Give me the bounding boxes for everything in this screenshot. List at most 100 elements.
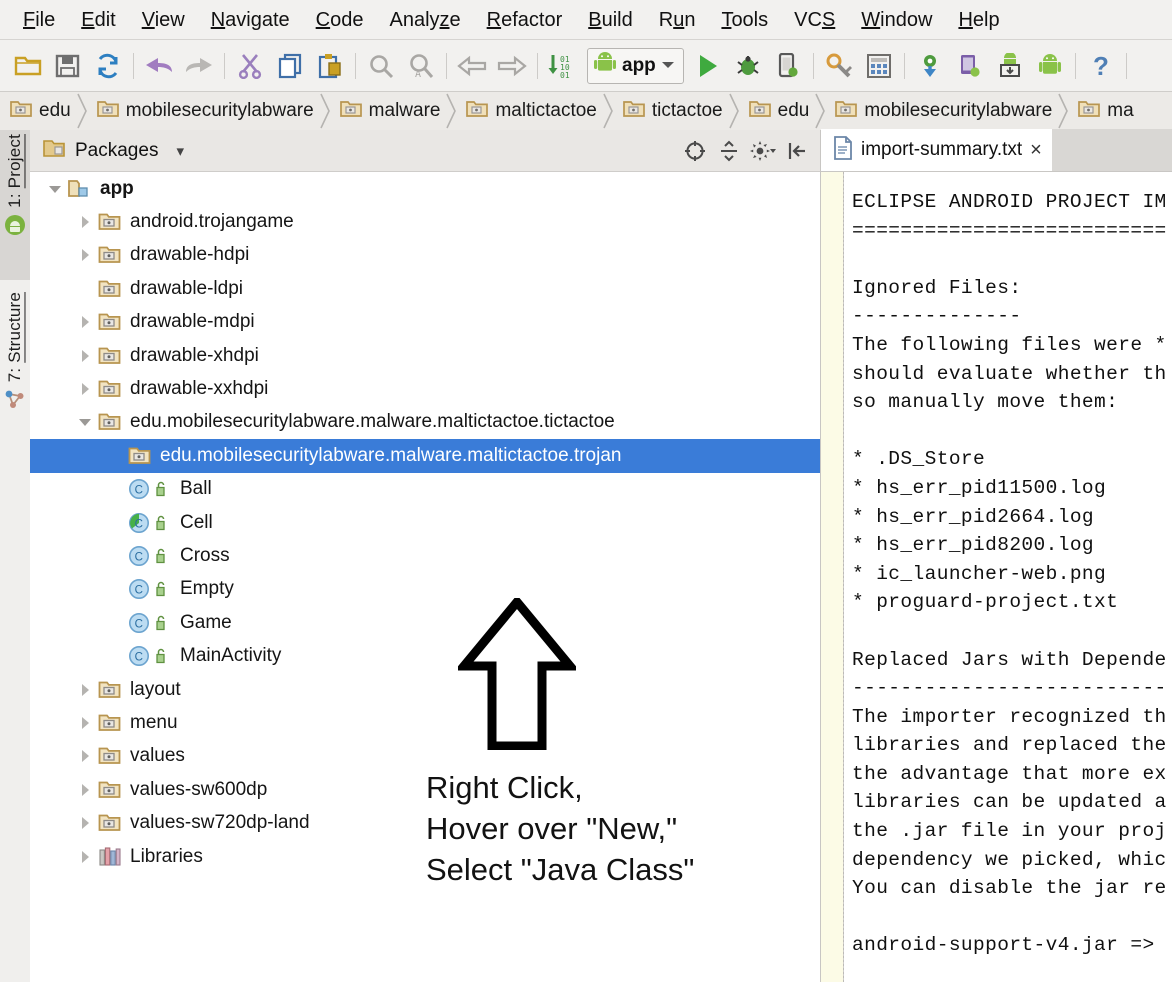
tree-row[interactable]: drawable-ldpi bbox=[30, 272, 820, 305]
tree-row[interactable]: C Cell bbox=[30, 506, 820, 539]
replace-icon[interactable]: A bbox=[401, 46, 441, 86]
tree-expand-arrow-closed-icon[interactable] bbox=[72, 740, 98, 773]
breadcrumb-item[interactable]: mobilesecuritylabware bbox=[825, 92, 1058, 130]
editor-code-area[interactable]: ECLIPSE ANDROID PROJECT IM =============… bbox=[821, 172, 1172, 982]
compile-icon[interactable]: 01 10 01 bbox=[543, 46, 583, 86]
menu-item-run[interactable]: Run bbox=[646, 0, 709, 40]
tree-expand-arrow-open-icon[interactable] bbox=[42, 172, 68, 205]
project-tool-window: Packages ▾ app android.trojangame drawable… bbox=[30, 130, 821, 982]
collapse-all-icon[interactable] bbox=[714, 136, 744, 166]
tree-row[interactable]: C Empty bbox=[30, 573, 820, 606]
menu-item-help[interactable]: Help bbox=[945, 0, 1012, 40]
debug-icon[interactable] bbox=[728, 46, 768, 86]
android-device-monitor-icon[interactable] bbox=[1030, 46, 1070, 86]
scroll-from-source-icon[interactable] bbox=[680, 136, 710, 166]
paste-icon[interactable] bbox=[310, 46, 350, 86]
tree-expand-arrow-closed-icon[interactable] bbox=[72, 673, 98, 706]
tree-row[interactable]: app bbox=[30, 172, 820, 205]
tree-row[interactable]: C Game bbox=[30, 606, 820, 639]
tree-row[interactable]: values-sw720dp-land bbox=[30, 806, 820, 839]
android-monitor-icon[interactable] bbox=[768, 46, 808, 86]
cut-icon[interactable] bbox=[230, 46, 270, 86]
tree-expand-arrow-closed-icon[interactable] bbox=[72, 840, 98, 873]
menu-item-refactor[interactable]: Refactor bbox=[474, 0, 576, 40]
tree-row[interactable]: layout bbox=[30, 673, 820, 706]
breadcrumb-item[interactable]: edu bbox=[0, 92, 77, 130]
tree-expand-arrow-closed-icon[interactable] bbox=[72, 206, 98, 239]
menu-item-analyze[interactable]: Analyze bbox=[376, 0, 473, 40]
breadcrumb-label: edu bbox=[777, 100, 810, 121]
svg-text:C: C bbox=[135, 618, 143, 630]
forward-icon[interactable] bbox=[492, 46, 532, 86]
redo-icon[interactable] bbox=[179, 46, 219, 86]
svg-text:C: C bbox=[135, 518, 143, 530]
rail-button-project[interactable]: 1: Project bbox=[0, 130, 30, 280]
menu-item-vcs[interactable]: VCS bbox=[781, 0, 848, 40]
editor-text[interactable]: ECLIPSE ANDROID PROJECT IM =============… bbox=[844, 172, 1172, 982]
sync-gradle-icon[interactable] bbox=[910, 46, 950, 86]
breadcrumb-item[interactable]: mobilesecuritylabware bbox=[87, 92, 320, 130]
tree-expand-arrow-closed-icon[interactable] bbox=[72, 239, 98, 272]
project-tree[interactable]: app android.trojangame drawable-hdpi drawab… bbox=[30, 172, 820, 982]
menu-item-navigate[interactable]: Navigate bbox=[198, 0, 303, 40]
tree-row[interactable]: drawable-mdpi bbox=[30, 306, 820, 339]
open-project-icon[interactable] bbox=[8, 46, 48, 86]
save-all-icon[interactable] bbox=[48, 46, 88, 86]
tree-row[interactable]: drawable-xxhdpi bbox=[30, 372, 820, 405]
run-configuration-selector[interactable]: app bbox=[587, 47, 684, 84]
menu-item-file[interactable]: File bbox=[10, 0, 68, 40]
close-icon[interactable]: × bbox=[1030, 140, 1042, 160]
breadcrumb-item[interactable]: malware bbox=[330, 92, 447, 130]
text-file-icon bbox=[833, 135, 853, 165]
menu-item-build[interactable]: Build bbox=[575, 0, 645, 40]
tree-expand-arrow-closed-icon[interactable] bbox=[72, 807, 98, 840]
sdk-manager-icon[interactable] bbox=[819, 46, 859, 86]
breadcrumb-item[interactable]: maltictactoe bbox=[456, 92, 602, 130]
tool-window-rail-left: 1: Project 7: Structure bbox=[0, 130, 31, 982]
tree-expand-arrow-closed-icon[interactable] bbox=[72, 339, 98, 372]
avd-manager-icon[interactable] bbox=[859, 46, 899, 86]
tree-expand-arrow-closed-icon[interactable] bbox=[72, 773, 98, 806]
tree-row[interactable]: C MainActivity bbox=[30, 639, 820, 672]
breadcrumb-item[interactable]: edu bbox=[739, 92, 816, 130]
menu-item-edit[interactable]: Edit bbox=[68, 0, 128, 40]
tree-expand-arrow-open-icon[interactable] bbox=[72, 406, 98, 439]
rail-label-project: 1: Project bbox=[5, 134, 24, 208]
tree-row[interactable]: values-sw600dp bbox=[30, 773, 820, 806]
tree-expand-arrow-closed-icon[interactable] bbox=[72, 306, 98, 339]
menu-item-window[interactable]: Window bbox=[848, 0, 945, 40]
tree-row[interactable]: drawable-xhdpi bbox=[30, 339, 820, 372]
tree-row[interactable]: drawable-hdpi bbox=[30, 239, 820, 272]
settings-gear-icon[interactable] bbox=[748, 136, 778, 166]
find-icon[interactable] bbox=[361, 46, 401, 86]
tree-row[interactable]: edu.mobilesecuritylabware.malware.maltic… bbox=[30, 406, 820, 439]
rail-button-structure[interactable]: 7: Structure bbox=[0, 288, 30, 468]
tree-row[interactable]: android.trojangame bbox=[30, 205, 820, 238]
tree-row[interactable]: C Ball bbox=[30, 473, 820, 506]
back-icon[interactable] bbox=[452, 46, 492, 86]
tree-row-label: Empty bbox=[180, 578, 234, 600]
undo-icon[interactable] bbox=[139, 46, 179, 86]
run-icon[interactable] bbox=[688, 46, 728, 86]
tree-row[interactable]: Libraries bbox=[30, 840, 820, 873]
tree-expand-arrow-closed-icon[interactable] bbox=[72, 706, 98, 739]
editor-gutter bbox=[821, 172, 843, 982]
tree-row[interactable]: values bbox=[30, 740, 820, 773]
breadcrumb-item[interactable]: ma bbox=[1068, 92, 1139, 130]
sync-project-icon[interactable] bbox=[88, 46, 128, 86]
tree-row[interactable]: menu bbox=[30, 706, 820, 739]
menu-item-code[interactable]: Code bbox=[303, 0, 377, 40]
breadcrumb-item[interactable]: tictactoe bbox=[613, 92, 729, 130]
hide-panel-icon[interactable] bbox=[782, 136, 812, 166]
tree-expand-arrow-closed-icon[interactable] bbox=[72, 373, 98, 406]
sdk-download-icon[interactable] bbox=[990, 46, 1030, 86]
avd-device-icon[interactable] bbox=[950, 46, 990, 86]
tree-row[interactable]: C Cross bbox=[30, 539, 820, 572]
menu-item-view[interactable]: View bbox=[129, 0, 198, 40]
copy-icon[interactable] bbox=[270, 46, 310, 86]
panel-view-chevron-down-icon[interactable]: ▾ bbox=[176, 142, 184, 160]
menu-item-tools[interactable]: Tools bbox=[708, 0, 781, 40]
editor-tab-import-summary[interactable]: import-summary.txt × bbox=[821, 129, 1052, 171]
help-icon[interactable]: ? bbox=[1081, 46, 1121, 86]
tree-row-selected[interactable]: edu.mobilesecuritylabware.malware.maltic… bbox=[30, 439, 820, 473]
